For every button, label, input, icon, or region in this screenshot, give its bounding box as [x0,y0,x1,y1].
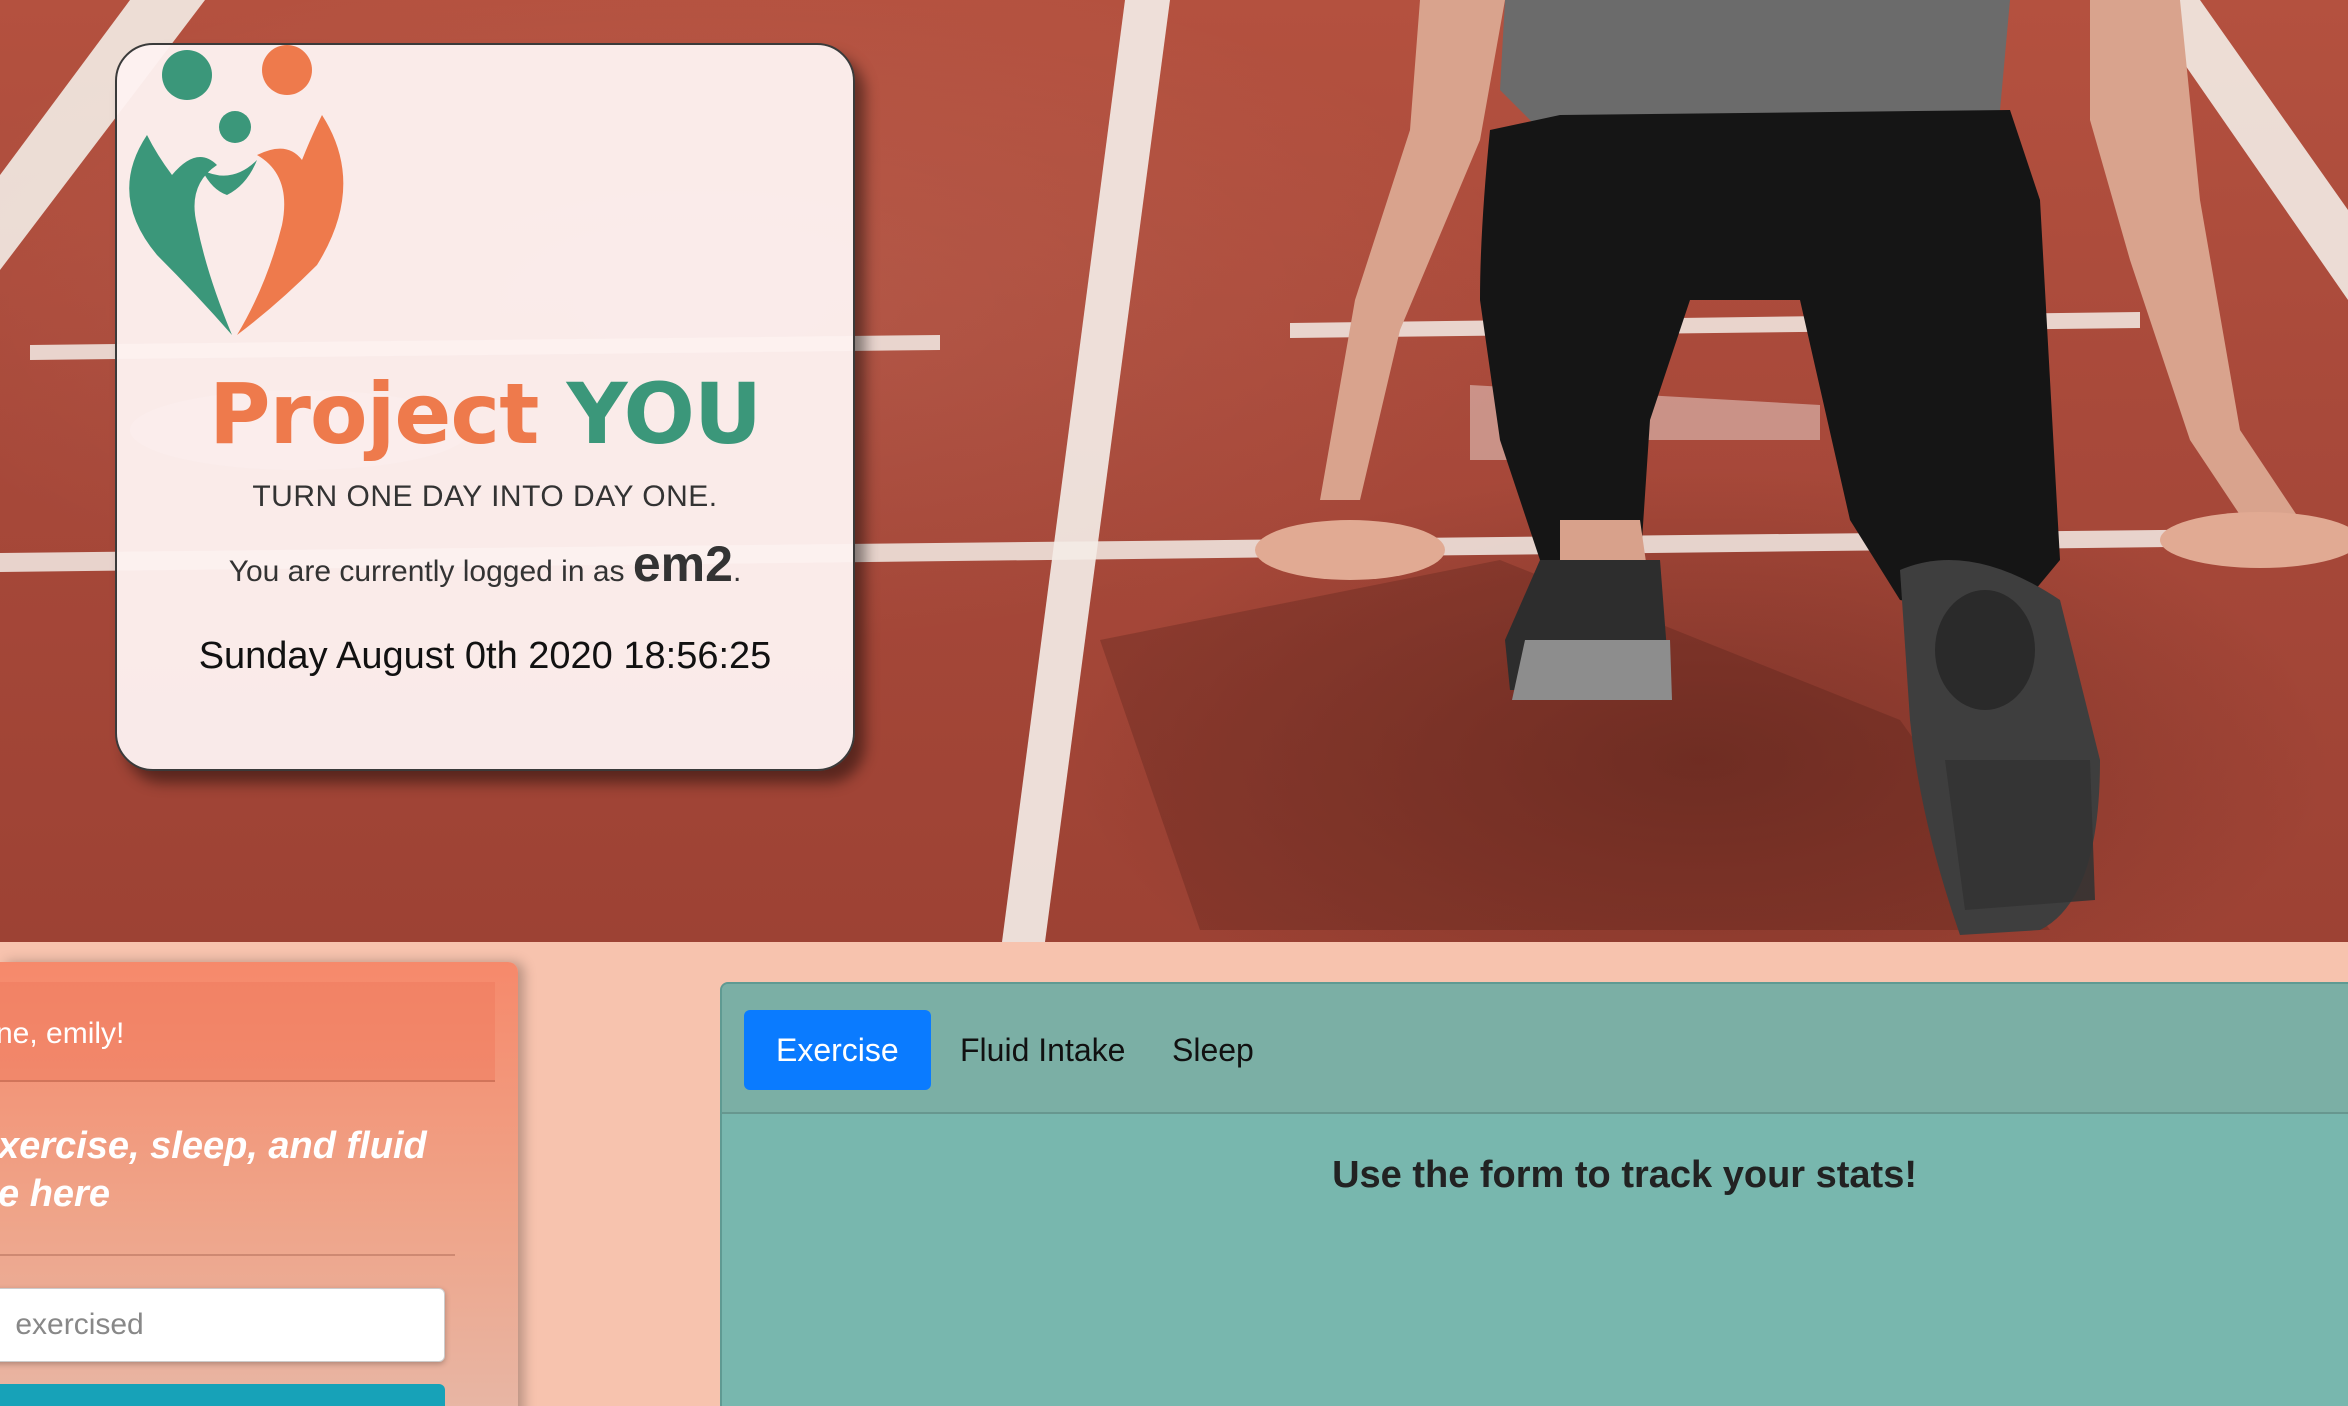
welcome-intro-line-2: e here [0,1173,110,1215]
exercise-time-input[interactable] [0,1288,445,1362]
welcome-intro: xercise, sleep, and fluid e here [0,1122,468,1218]
welcome-greeting: ne, emily! [0,1017,125,1050]
tab-fluid-intake[interactable]: Fluid Intake [928,1010,1157,1090]
brand-word-you: YOU [566,365,762,463]
login-prefix: You are currently logged in as [228,555,633,588]
family-heart-logo-icon [129,45,344,335]
tab-sleep[interactable]: Sleep [1140,1010,1286,1090]
stats-empty-message: Use the form to track your stats! [1332,1154,1917,1196]
branding-card: Project YOU TURN ONE DAY INTO DAY ONE. Y… [115,43,855,771]
welcome-panel: ne, emily! xercise, sleep, and fluid e h… [0,962,518,1406]
brand-wordmark: Project YOU [117,365,853,463]
login-status: You are currently logged in as em2. [117,535,853,593]
brand-tagline: TURN ONE DAY INTO DAY ONE. [252,480,718,513]
stats-tab-bar: Exercise Fluid Intake Sleep [722,984,2348,1114]
current-datetime: Sunday August 0th 2020 18:56:25 [198,635,772,677]
brand-word-project: Project [208,365,539,463]
hero-photo: Project YOU TURN ONE DAY INTO DAY ONE. Y… [0,0,2348,942]
logged-in-username: em2 [632,536,733,592]
tab-exercise[interactable]: Exercise [744,1010,931,1090]
submit-button[interactable] [0,1384,445,1406]
welcome-intro-line-1: xercise, sleep, and fluid [0,1125,427,1167]
stats-card: Exercise Fluid Intake Sleep Use the form… [720,982,2348,1406]
login-suffix: . [732,555,742,588]
divider [0,1254,455,1256]
